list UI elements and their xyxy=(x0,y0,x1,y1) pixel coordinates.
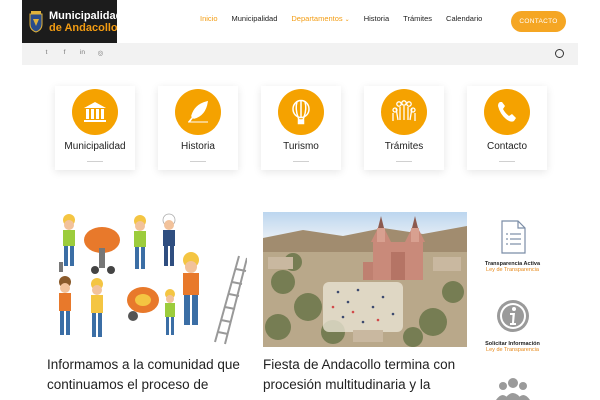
logo-line1: Municipalidad xyxy=(49,9,123,22)
balloon-icon xyxy=(278,89,324,135)
facebook-icon[interactable]: f xyxy=(60,49,69,57)
nav-calendario[interactable]: Calendario xyxy=(446,14,482,23)
main-nav: Inicio Municipalidad Departamentos ⌄ Hist… xyxy=(200,14,496,23)
quill-icon xyxy=(175,89,221,135)
info-icon xyxy=(495,298,531,339)
sidebar-solicitar-informacion[interactable]: Solicitar Información Ley de Transparenc… xyxy=(480,298,545,353)
chevron-down-icon: ⌄ xyxy=(344,17,350,23)
sidebar-subtitle: Ley de Transparencia xyxy=(486,267,539,273)
contact-button[interactable]: CONTACTO xyxy=(511,11,566,32)
nav-departamentos[interactable]: Departamentos ⌄ xyxy=(291,14,349,23)
card-divider xyxy=(190,161,206,162)
search-icon[interactable] xyxy=(555,49,564,58)
sidebar-group[interactable] xyxy=(480,376,545,400)
nav-tramites[interactable]: Trámites xyxy=(403,14,432,23)
header: Municipalidad de Andacollo Inicio Munici… xyxy=(0,0,600,44)
card-label: Turismo xyxy=(283,141,319,152)
linkedin-icon[interactable]: in xyxy=(78,49,87,57)
card-divider xyxy=(396,161,412,162)
card-divider xyxy=(87,161,103,162)
sidebar-subtitle: Ley de Transparencia xyxy=(486,347,539,353)
coat-of-arms-icon xyxy=(28,10,44,33)
card-label: Trámites xyxy=(384,141,424,152)
document-icon xyxy=(499,220,527,259)
card-label: Municipalidad xyxy=(64,141,126,152)
card-divider xyxy=(499,161,515,162)
card-contacto[interactable]: Contacto xyxy=(467,86,547,170)
card-tramites[interactable]: Trámites xyxy=(364,86,444,170)
category-cards: Municipalidad Historia Turismo Trámites … xyxy=(55,86,550,170)
nav-departamentos-label: Departamentos xyxy=(291,14,343,23)
nav-historia[interactable]: Historia xyxy=(364,14,389,23)
post-title-2[interactable]: Fiesta de Andacollo termina con procesió… xyxy=(263,355,473,395)
logo-line2: de Andacollo xyxy=(49,21,118,34)
card-label: Contacto xyxy=(486,141,528,152)
nav-inicio[interactable]: Inicio xyxy=(200,14,218,23)
sidebar-transparencia-activa[interactable]: Transparencia Activa Ley de Transparenci… xyxy=(480,220,545,273)
social-bar: t f in ◎ xyxy=(22,43,578,65)
card-label: Historia xyxy=(181,141,215,152)
post-image-festival[interactable] xyxy=(263,212,467,347)
group-icon xyxy=(495,376,531,400)
card-municipalidad[interactable]: Municipalidad xyxy=(55,86,135,170)
phone-icon xyxy=(484,89,530,135)
nav-municipalidad[interactable]: Municipalidad xyxy=(232,14,278,23)
post-image-workers[interactable] xyxy=(47,212,247,347)
site-logo[interactable]: Municipalidad de Andacollo xyxy=(22,0,122,43)
building-icon xyxy=(72,89,118,135)
page: Municipalidad de Andacollo Inicio Munici… xyxy=(0,0,600,400)
instagram-icon[interactable]: ◎ xyxy=(96,49,105,57)
people-icon xyxy=(381,89,427,135)
card-historia[interactable]: Historia xyxy=(158,86,238,170)
card-divider xyxy=(293,161,309,162)
card-turismo[interactable]: Turismo xyxy=(261,86,341,170)
twitter-icon[interactable]: t xyxy=(42,49,51,57)
post-title-1[interactable]: Informamos a la comunidad que continuamo… xyxy=(47,355,253,395)
